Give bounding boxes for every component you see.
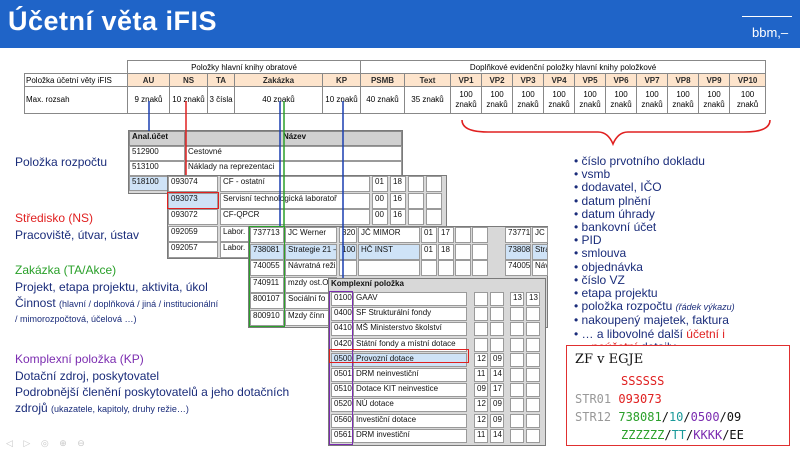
slide-nav-controls[interactable]: ◁ ▷ ◎ ⊕ ⊖: [6, 438, 89, 449]
zf-line4: ZZZZZZ/TT/KKKK/EE: [621, 428, 744, 442]
zf-title: ZF v EGJE: [575, 352, 644, 367]
highlight-kp-row: [329, 349, 469, 363]
highlight-kp-codes: [329, 291, 353, 445]
zf-box: ZF v EGJE SSSSSS STR01 093073 STR12 7380…: [566, 345, 790, 446]
highlight-order-codes: [249, 226, 285, 327]
highlight-centre: [167, 192, 219, 209]
slide: { "header": {"title": "Účetní věta iFIS"…: [0, 0, 800, 452]
list-item: položka rozpočtu (řádek výkazu): [574, 300, 735, 314]
detail-list: číslo prvotního dokladu vsmb dodavatel, …: [574, 154, 735, 354]
zf-line2: STR01 093073: [575, 392, 662, 406]
zf-line3: STR12 738081/10/0500/09: [575, 410, 742, 424]
zf-line1: SSSSSS: [621, 374, 665, 388]
